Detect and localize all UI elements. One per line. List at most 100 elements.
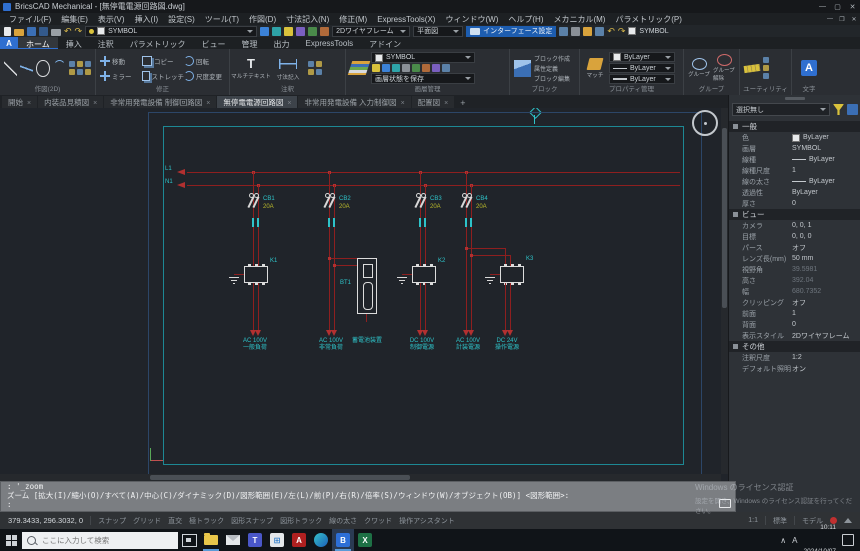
doc-tab-2[interactable]: 非常用発電設備 制御回路図 xyxy=(104,96,216,108)
prop-clipping[interactable]: クリッピングオフ xyxy=(729,297,860,308)
acrobat-button[interactable]: A xyxy=(288,529,310,551)
measure-icon[interactable] xyxy=(744,63,761,72)
doc-minimize-icon[interactable]: — xyxy=(824,14,836,25)
copy-tool[interactable]: コピー xyxy=(142,53,184,68)
prop-width[interactable]: 幅680.7352 xyxy=(729,286,860,297)
prop-camera[interactable]: カメラ0, 0, 1 xyxy=(729,220,860,231)
menu-tools[interactable]: ツール(T) xyxy=(200,14,244,25)
prop-height[interactable]: 高さ392.04 xyxy=(729,275,860,286)
doc-restore-icon[interactable]: ❐ xyxy=(836,14,848,25)
doc-tab-1[interactable]: 内装品見積図 xyxy=(38,96,103,108)
excel-button[interactable]: X xyxy=(354,529,376,551)
action-center-icon[interactable] xyxy=(842,534,854,546)
match-properties-button[interactable]: マッチ xyxy=(584,58,606,79)
utility-extra-tools[interactable] xyxy=(763,57,769,79)
linetype-dropdown[interactable]: ByLayer xyxy=(609,63,675,73)
ribbon-layer-dropdown[interactable]: SYMBOL xyxy=(371,52,475,63)
close-tab-icon[interactable] xyxy=(27,98,31,107)
close-tab-icon[interactable] xyxy=(401,98,405,107)
ribbon-tab-parametric[interactable]: パラメトリック xyxy=(122,37,194,49)
undo2-icon[interactable]: ↶ xyxy=(607,27,615,36)
print-icon[interactable] xyxy=(51,29,61,36)
block-create[interactable]: ブロック作成 xyxy=(534,54,570,63)
ribbon-tab-expresstools[interactable]: ExpressTools xyxy=(298,37,362,49)
close-icon[interactable]: ✕ xyxy=(845,0,860,13)
visual-style-dropdown[interactable]: 2Dワイヤフレーム xyxy=(332,26,410,37)
toggle-etrack[interactable]: 図形トラック xyxy=(280,516,322,526)
toggle-esnap[interactable]: 図形スナップ xyxy=(231,516,273,526)
task-view-button[interactable] xyxy=(178,529,200,551)
menu-draw[interactable]: 作図(D) xyxy=(244,14,281,25)
interface-settings-button[interactable]: インターフェース設定 xyxy=(466,26,556,37)
tray-chevron-icon[interactable]: ∧ xyxy=(780,536,786,545)
doc-tab-start[interactable]: 開始 xyxy=(2,96,37,108)
doc-tab-active[interactable]: 無停電電源回路図 xyxy=(217,96,297,108)
minimize-icon[interactable]: — xyxy=(815,0,830,13)
polyline-tool-icon[interactable] xyxy=(20,60,33,77)
prop-color[interactable]: 色ByLayer xyxy=(729,132,860,143)
application-button[interactable]: A xyxy=(0,37,18,49)
vertical-scrollbar[interactable] xyxy=(721,108,728,474)
polar-toggle-icon[interactable] xyxy=(296,27,305,36)
teams-button[interactable]: T xyxy=(244,529,266,551)
save-as-icon[interactable] xyxy=(39,27,48,36)
quick-select-icon[interactable] xyxy=(847,104,858,115)
menu-view[interactable]: 表示(V) xyxy=(93,14,130,25)
block-edit[interactable]: ブロック編集 xyxy=(534,74,570,83)
publish-icon[interactable] xyxy=(595,27,604,36)
ribbon-tab-insert[interactable]: 挿入 xyxy=(58,37,90,49)
text-tool-icon[interactable]: A xyxy=(801,60,817,76)
edge-button[interactable] xyxy=(310,529,332,551)
doc-close-icon[interactable]: ✕ xyxy=(848,14,860,25)
line-tool-icon[interactable] xyxy=(4,60,17,77)
lineweight-dropdown[interactable]: ByLayer xyxy=(609,74,675,84)
sheet-icon[interactable] xyxy=(571,27,580,36)
close-tab-icon[interactable] xyxy=(444,98,448,107)
snap-toggle-icon[interactable] xyxy=(260,27,269,36)
mirror-tool[interactable]: ミラー xyxy=(100,68,142,83)
prop-back[interactable]: 背面0 xyxy=(729,319,860,330)
prop-front[interactable]: 前面1 xyxy=(729,308,860,319)
esnap-toggle-icon[interactable] xyxy=(308,27,317,36)
annotate-extra-tools[interactable] xyxy=(308,61,322,75)
layer-tool-icons[interactable] xyxy=(371,64,475,72)
stretch-tool[interactable]: ストレッチ xyxy=(142,68,184,83)
close-tab-icon[interactable] xyxy=(206,98,210,107)
redo-icon[interactable]: ↷ xyxy=(75,27,83,36)
selection-dropdown[interactable]: 選択無し xyxy=(732,103,830,116)
prop-transparency[interactable]: 透過性ByLayer xyxy=(729,187,860,198)
ime-indicator[interactable]: A xyxy=(792,536,797,545)
command-prompt[interactable]: : xyxy=(1,500,735,509)
save-icon[interactable] xyxy=(27,27,36,36)
lock-icon[interactable] xyxy=(583,27,592,36)
new-file-icon[interactable] xyxy=(4,27,11,36)
ribbon-tab-manage[interactable]: 管理 xyxy=(234,37,266,49)
toggle-snap[interactable]: スナップ xyxy=(98,516,126,526)
start-button[interactable] xyxy=(0,529,22,551)
color-dropdown[interactable]: ByLayer xyxy=(609,52,675,62)
section-view[interactable]: ビュー xyxy=(729,209,860,220)
prop-ltscale[interactable]: 線種尺度1 xyxy=(729,165,860,176)
toggle-hotkey-assistant[interactable]: 操作アシスタント xyxy=(399,516,455,526)
store-button[interactable]: ⊞ xyxy=(266,529,288,551)
menu-help[interactable]: ヘルプ(H) xyxy=(503,14,548,25)
menu-expresstools[interactable]: ExpressTools(X) xyxy=(372,15,440,24)
layer-state-dropdown[interactable]: 画層状態を保存 xyxy=(371,73,475,84)
toggle-lineweight[interactable]: 線の太さ xyxy=(329,516,357,526)
prop-lighting[interactable]: デフォルト照明オン xyxy=(729,363,860,374)
ungroup-button[interactable]: グループ解除 xyxy=(713,54,735,82)
undo-icon[interactable]: ↶ xyxy=(64,27,72,36)
doc-tab-4[interactable]: 非常用発電設備 入力制御図 xyxy=(298,96,410,108)
doc-tab-5[interactable]: 配置図 xyxy=(412,96,455,108)
prop-linetype[interactable]: 線種ByLayer xyxy=(729,154,860,165)
redo2-icon[interactable]: ↷ xyxy=(618,27,626,36)
bricscad-taskbar-button[interactable]: B xyxy=(332,529,354,551)
taskbar-search[interactable] xyxy=(22,532,178,549)
prop-visualstyle[interactable]: 表示スタイル2Dワイヤフレーム xyxy=(729,330,860,341)
arc-tool-icon[interactable] xyxy=(53,60,66,77)
ribbon-tab-view[interactable]: ビュー xyxy=(194,37,234,49)
close-tab-icon[interactable] xyxy=(287,98,291,107)
rotate-tool[interactable]: 回転 xyxy=(184,53,226,68)
horizontal-scrollbar[interactable] xyxy=(0,474,721,481)
prop-lens[interactable]: レンズ長(mm)50 mm xyxy=(729,253,860,264)
